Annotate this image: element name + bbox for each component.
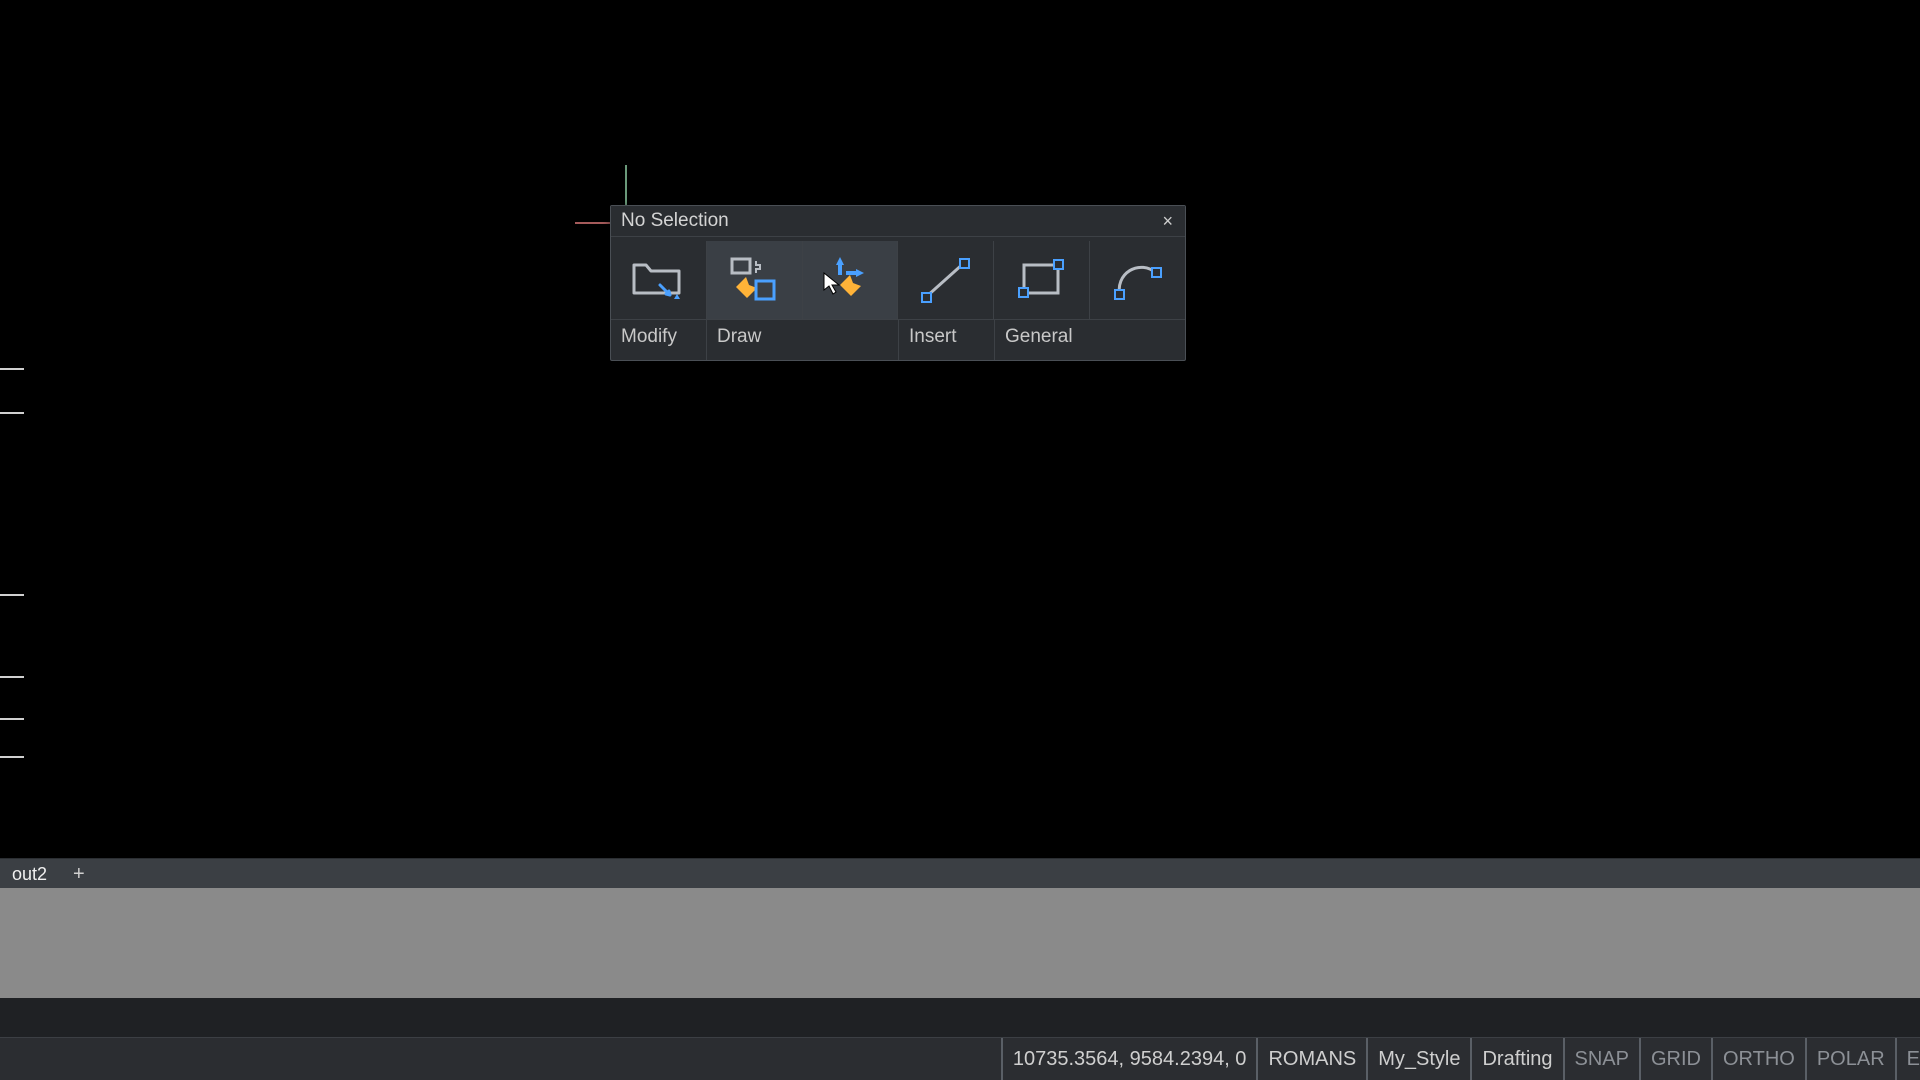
quick-tools-panel: No Selection × <box>610 205 1186 361</box>
group-label-insert[interactable]: Insert <box>899 320 995 360</box>
status-textstyle[interactable]: ROMANS <box>1258 1038 1368 1080</box>
tab-layout2[interactable]: out2 <box>4 861 55 888</box>
insert-line-button[interactable] <box>898 241 994 319</box>
panel-title: No Selection <box>621 209 729 233</box>
arc-icon <box>1110 255 1166 305</box>
panel-body <box>611 237 1185 319</box>
group-label-draw[interactable]: Draw <box>707 320 899 360</box>
status-coordinates[interactable]: 10735.3564, 9584.2394, 0 <box>1003 1038 1259 1080</box>
rectangle-icon <box>1014 255 1070 305</box>
status-annoscale[interactable]: Drafting <box>1472 1038 1564 1080</box>
panel-footer: Modify Draw Insert General <box>611 319 1185 360</box>
draw-quickselect-button[interactable] <box>707 241 803 319</box>
status-dimstyle[interactable]: My_Style <box>1368 1038 1472 1080</box>
command-line-area[interactable] <box>0 888 1920 998</box>
status-grid-toggle[interactable]: GRID <box>1641 1038 1713 1080</box>
close-icon[interactable]: × <box>1156 211 1179 231</box>
general-arc-button[interactable] <box>1090 241 1185 319</box>
status-extra-cut[interactable]: E <box>1897 1038 1920 1080</box>
layout-tabs: out2 + <box>0 858 1920 890</box>
general-rectangle-button[interactable] <box>994 241 1090 319</box>
crosshair-vertical <box>625 165 627 209</box>
group-label-modify[interactable]: Modify <box>611 320 707 360</box>
status-spacer <box>0 1038 1003 1080</box>
status-polar-toggle[interactable]: POLAR <box>1807 1038 1897 1080</box>
status-snap-toggle[interactable]: SNAP <box>1565 1038 1641 1080</box>
draw-move-button[interactable] <box>803 241 899 319</box>
status-bar: 10735.3564, 9584.2394, 0 ROMANS My_Style… <box>0 1037 1920 1080</box>
modify-quickarrow-button[interactable] <box>611 241 707 319</box>
move-quick-icon <box>822 255 878 305</box>
crosshair-horizontal <box>575 222 611 224</box>
line-icon <box>918 255 974 305</box>
status-ortho-toggle[interactable]: ORTHO <box>1713 1038 1807 1080</box>
panel-header[interactable]: No Selection × <box>611 206 1185 237</box>
folder-quick-icon <box>630 255 686 305</box>
left-ruler-ticks <box>0 368 28 758</box>
add-layout-button[interactable]: + <box>65 863 93 886</box>
group-label-general[interactable]: General <box>995 320 1185 360</box>
quick-select-icon <box>726 255 782 305</box>
lower-divider <box>0 998 1920 1038</box>
